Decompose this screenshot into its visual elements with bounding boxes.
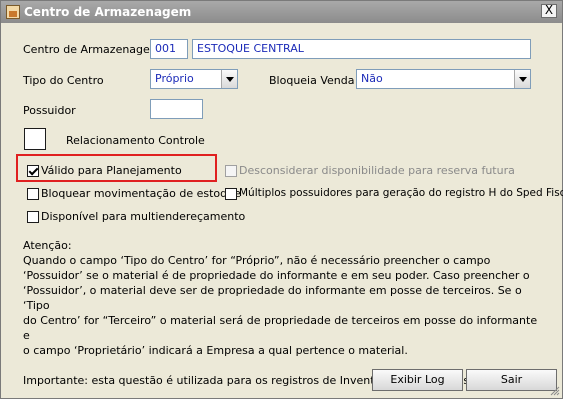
multiplos-label[interactable]: Múltiplos possuidores para geração do re…	[239, 187, 563, 199]
valido-checkbox[interactable]	[27, 165, 39, 177]
dialog-window: Centro de Armazenagem X Centro de Armaze…	[0, 0, 563, 399]
notes-line: Importante: esta questão é utilizada par…	[23, 374, 509, 387]
disponivel-checkbox[interactable]	[27, 211, 39, 223]
centro-code-field[interactable]: 001	[150, 39, 188, 59]
app-icon	[6, 5, 20, 19]
desconsiderar-checkbox[interactable]	[225, 165, 237, 177]
bloqueia-select[interactable]: Não	[356, 69, 531, 89]
bloqueia-label: Bloqueia Venda	[269, 74, 355, 87]
centro-label: Centro de Armazenagem	[23, 43, 161, 56]
tipo-label: Tipo do Centro	[23, 74, 104, 87]
bloquear-label[interactable]: Bloquear movimentação de estoque	[41, 187, 241, 200]
relacionamento-label: Relacionamento Controle	[66, 134, 205, 147]
title-bar[interactable]: Centro de Armazenagem X	[1, 1, 562, 23]
notes-line: o campo ‘Proprietário’ indicará a Empres…	[23, 344, 408, 357]
valido-label[interactable]: Válido para Planejamento	[41, 164, 182, 177]
tipo-select-value: Próprio	[155, 72, 194, 85]
notes-line: ‘Possuidor’ se o material é de proprieda…	[23, 269, 530, 282]
bloqueia-select-value: Não	[361, 72, 383, 85]
resize-grip-icon[interactable]	[550, 386, 560, 396]
chevron-down-icon[interactable]	[221, 70, 237, 88]
relacionamento-box[interactable]	[24, 128, 46, 150]
disponivel-label[interactable]: Disponível para multiendereçamento	[41, 210, 245, 223]
close-button[interactable]: X	[541, 4, 557, 18]
notes-line: Quando o campo ‘Tipo do Centro’ for “Pró…	[23, 254, 491, 267]
tipo-select[interactable]: Próprio	[150, 69, 238, 89]
exibir-log-button[interactable]: Exibir Log	[372, 369, 463, 391]
possuidor-label: Possuidor	[23, 104, 76, 117]
multiplos-checkbox[interactable]	[225, 188, 237, 200]
notes-spacer	[23, 358, 543, 373]
centro-name-field[interactable]: ESTOQUE CENTRAL	[192, 39, 531, 59]
notes-line: ‘Possuidor’, o material deve ser de prop…	[23, 284, 522, 312]
notes-line: do Centro’ for “Terceiro” o material ser…	[23, 314, 538, 342]
sair-button[interactable]: Sair	[466, 369, 557, 391]
notes-line: Atenção:	[23, 239, 72, 252]
possuidor-field[interactable]	[150, 99, 203, 119]
window-title: Centro de Armazenagem	[24, 5, 192, 19]
desconsiderar-label[interactable]: Desconsiderar disponibilidade para reser…	[239, 164, 515, 177]
bloquear-checkbox[interactable]	[27, 188, 39, 200]
chevron-down-icon[interactable]	[514, 70, 530, 88]
info-notes: Atenção: Quando o campo ‘Tipo do Centro’…	[23, 238, 543, 388]
